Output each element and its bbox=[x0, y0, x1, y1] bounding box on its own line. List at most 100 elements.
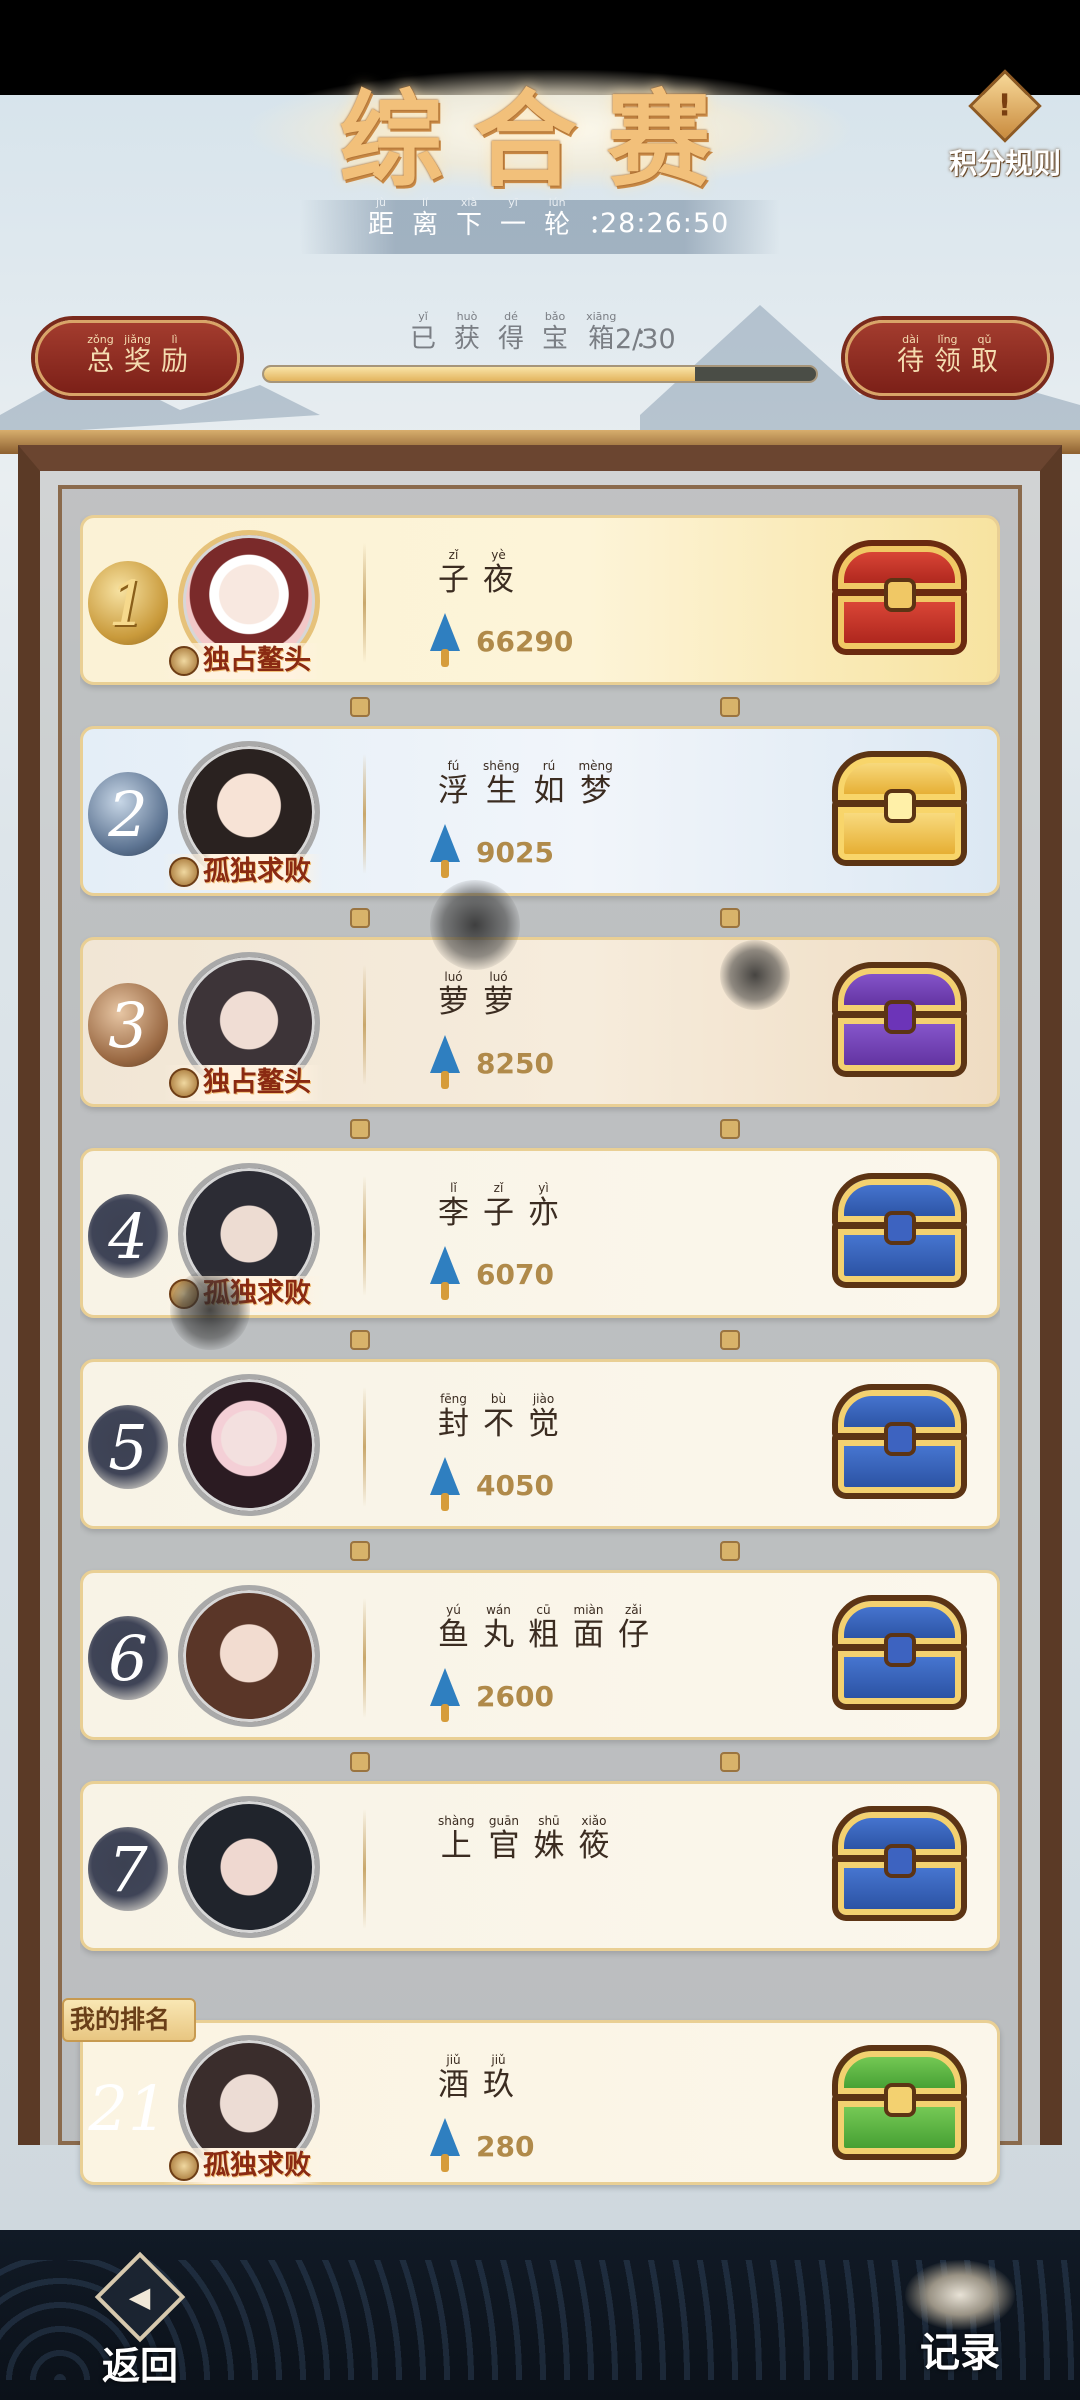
row-separator bbox=[350, 906, 740, 928]
avatar[interactable] bbox=[178, 1796, 320, 1938]
row-separator bbox=[350, 695, 740, 717]
my-rank-tag: 我的排名 bbox=[62, 1998, 197, 2042]
rank-number: 7 bbox=[108, 1832, 148, 1906]
row-divider bbox=[363, 1387, 366, 1507]
rank-badge: 4 bbox=[83, 1186, 173, 1286]
hanzi: 宝 bbox=[542, 324, 569, 354]
leaderboard-row[interactable]: 3 独占鳌头 luó 萝 luó 萝 8250 bbox=[80, 937, 1000, 1107]
hanzi: 浮 bbox=[438, 773, 469, 809]
leaderboard-row[interactable]: 7 shàng 上 guān 官 shū 姝 xiǎo 筱 bbox=[80, 1781, 1000, 1951]
hanzi: 李 bbox=[438, 1195, 469, 1231]
ruby-char: yú 鱼 bbox=[438, 1603, 469, 1653]
honor-title-text: 独占鳌头 bbox=[203, 645, 311, 676]
pinyin: bǎo bbox=[544, 310, 566, 323]
hanzi: 鱼 bbox=[438, 1617, 469, 1653]
score-rules-button[interactable]: ! 积分规则 bbox=[940, 69, 1070, 182]
ruby-char: dài 待 bbox=[897, 333, 924, 377]
ruby-char: jiào 觉 bbox=[528, 1392, 559, 1442]
pinyin: yè bbox=[491, 548, 506, 562]
pinyin: qǔ bbox=[977, 333, 992, 346]
avatar[interactable] bbox=[178, 1585, 320, 1727]
player-score: 280 bbox=[476, 2129, 535, 2163]
player-score: 6070 bbox=[476, 1257, 554, 1291]
honor-title: 独占鳌头 bbox=[163, 1065, 323, 1101]
treasure-chest-icon[interactable] bbox=[827, 962, 972, 1082]
leaderboard-row[interactable]: 6 yú 鱼 wán 丸 cū 粗 miàn 面 zǎi 仔 2600 bbox=[80, 1570, 1000, 1740]
treasure-chest-icon[interactable] bbox=[827, 2045, 972, 2165]
avatar[interactable] bbox=[178, 1374, 320, 1516]
rank-number: 3 bbox=[108, 988, 148, 1062]
pinyin: jiǔ bbox=[491, 2053, 506, 2067]
hanzi: 上 bbox=[440, 1828, 472, 1864]
pinyin: wán bbox=[486, 1603, 511, 1617]
hanzi: 官 bbox=[488, 1828, 520, 1864]
hanzi: 粗 bbox=[528, 1617, 559, 1653]
tree-score-icon bbox=[428, 1246, 462, 1302]
rank-badge: 1 bbox=[83, 553, 173, 653]
player-name: fēng 封 bù 不 jiào 觉 bbox=[438, 1392, 559, 1442]
leaderboard-list[interactable]: 1 独占鳌头 zǐ 子 yè 夜 66290 2 孤独求败 fú 浮 shēng 生 rú 如 mèng 梦 90… bbox=[80, 515, 1000, 1975]
pinyin: yī bbox=[508, 196, 518, 209]
score-line: 6070 bbox=[428, 1246, 554, 1302]
leaderboard-row[interactable]: 5 fēng 封 bù 不 jiào 觉 4050 bbox=[80, 1359, 1000, 1529]
total-reward-label: zǒng 总 jiǎng 奖 lì 励 bbox=[38, 333, 237, 377]
hanzi: 总 bbox=[87, 346, 114, 377]
pinyin: jiǎng bbox=[124, 333, 151, 346]
ruby-char: lǐ 李 bbox=[438, 1181, 469, 1231]
ruby-char: yì 亦 bbox=[528, 1181, 559, 1231]
ruby-char: jiǔ 酒 bbox=[438, 2053, 469, 2103]
ruby-char: shēng 生 bbox=[483, 759, 519, 809]
ruby-char: luó 萝 bbox=[438, 970, 469, 1020]
my-rank-row[interactable]: 21 孤独求败 jiǔ 酒 jiǔ 玖 280 bbox=[80, 2020, 1000, 2185]
player-score: 8250 bbox=[476, 1046, 554, 1080]
pinyin: lún bbox=[548, 196, 566, 209]
chest-gem bbox=[884, 1844, 916, 1878]
chests-obtained-count: 2/30 bbox=[615, 324, 676, 355]
honor-title: 独占鳌头 bbox=[163, 643, 323, 679]
tree-score-icon bbox=[428, 1035, 462, 1091]
row-divider bbox=[363, 1809, 366, 1929]
score-rules-label: 积分规则 bbox=[948, 147, 1061, 180]
treasure-chest-icon[interactable] bbox=[827, 540, 972, 660]
pinyin: luó bbox=[444, 970, 463, 984]
tree-score-icon bbox=[428, 2118, 462, 2174]
player-score: 66290 bbox=[476, 624, 574, 658]
hanzi: 待 bbox=[897, 346, 924, 377]
back-button[interactable]: ◀ 返回 bbox=[85, 2251, 195, 2390]
pinyin: cū bbox=[536, 1603, 551, 1617]
hanzi: 姝 bbox=[533, 1828, 565, 1864]
chest-gem bbox=[884, 789, 916, 823]
leaderboard-row[interactable]: 2 孤独求败 fú 浮 shēng 生 rú 如 mèng 梦 9025 bbox=[80, 726, 1000, 896]
ink-splash bbox=[430, 880, 520, 970]
hanzi: 夜 bbox=[483, 562, 514, 598]
rank-badge: 5 bbox=[83, 1397, 173, 1497]
rank-badge: 21 bbox=[83, 2058, 173, 2158]
hanzi: 玖 bbox=[483, 2067, 514, 2103]
treasure-chest-icon[interactable] bbox=[827, 1384, 972, 1504]
hanzi: 下 bbox=[456, 210, 483, 240]
total-reward-button[interactable]: zǒng 总 jiǎng 奖 lì 励 bbox=[35, 320, 240, 396]
hanzi: 箱 bbox=[588, 324, 615, 354]
player-name: zǐ 子 yè 夜 bbox=[438, 548, 514, 598]
row-divider bbox=[363, 1598, 366, 1718]
ruby-char: xiǎo 筱 bbox=[578, 1814, 609, 1864]
pending-claim-button[interactable]: dài 待 lǐng 领 qǔ 取 bbox=[845, 320, 1050, 396]
player-score: 4050 bbox=[476, 1468, 554, 1502]
treasure-chest-icon[interactable] bbox=[827, 1595, 972, 1715]
rank-number: 2 bbox=[108, 777, 148, 851]
pinyin: dé bbox=[504, 310, 518, 323]
tree-score-icon bbox=[428, 1668, 462, 1724]
records-button[interactable]: 记录 bbox=[885, 2260, 1035, 2378]
back-arrow-icon: ◀ bbox=[94, 2251, 186, 2343]
hanzi: 封 bbox=[438, 1406, 469, 1442]
hanzi: 取 bbox=[971, 346, 998, 377]
ruby-char: shàng 上 bbox=[438, 1814, 474, 1864]
ruby-char: bù 不 bbox=[483, 1392, 514, 1442]
treasure-chest-icon[interactable] bbox=[827, 1806, 972, 1926]
treasure-chest-icon[interactable] bbox=[827, 1173, 972, 1293]
treasure-chest-icon[interactable] bbox=[827, 751, 972, 871]
hanzi: 奖 bbox=[124, 346, 151, 377]
ruby-char: cū 粗 bbox=[528, 1603, 559, 1653]
leaderboard-row[interactable]: 1 独占鳌头 zǐ 子 yè 夜 66290 bbox=[80, 515, 1000, 685]
score-line: 66290 bbox=[428, 613, 573, 669]
